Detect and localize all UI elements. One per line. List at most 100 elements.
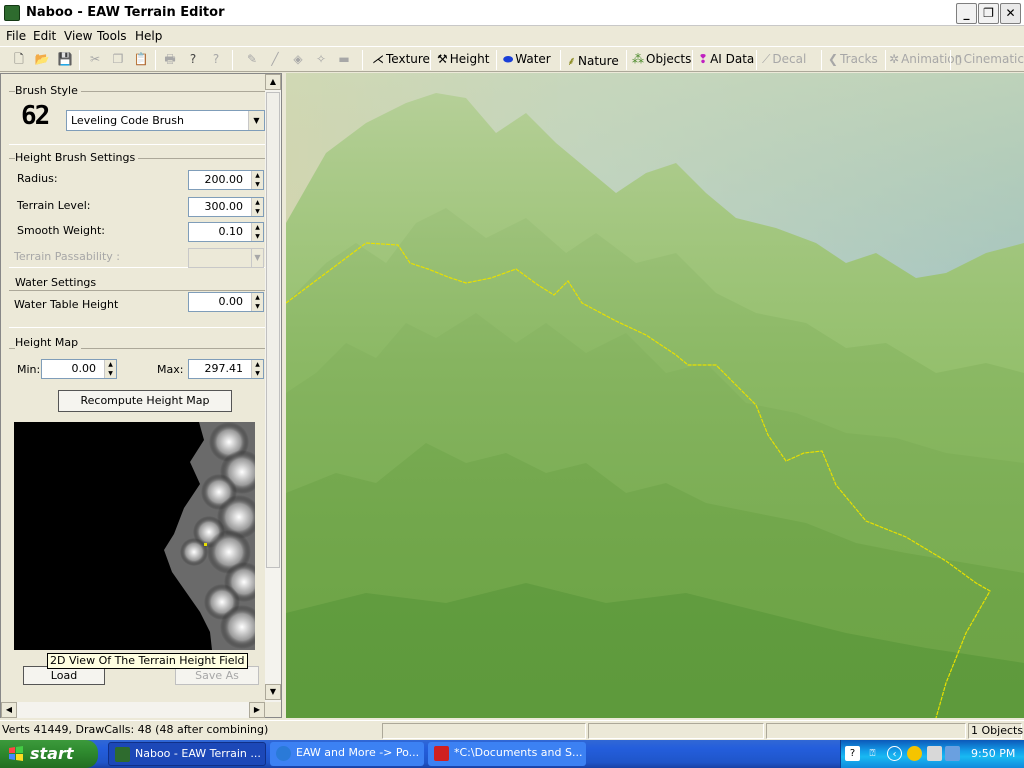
tracks-mode-button[interactable]: ❮ Tracks xyxy=(828,52,878,66)
clock: 9:50 PM xyxy=(971,747,1016,760)
ai-data-mode-button[interactable]: ❢ AI Data xyxy=(698,52,754,66)
system-tray: ? ⍰ ‹ 9:50 PM xyxy=(840,740,1024,768)
texture-label: Texture xyxy=(386,52,430,66)
close-button[interactable]: ✕ xyxy=(1000,3,1021,24)
maximize-button[interactable]: ❐ xyxy=(978,3,999,24)
water-table-height-input[interactable]: 0.00 ▲ ▼ xyxy=(188,292,264,312)
terrain-level-input[interactable]: 300.00 ▲ ▼ xyxy=(188,197,264,217)
chevron-down-icon[interactable]: ▼ xyxy=(251,249,263,267)
toolbar-separator xyxy=(79,50,80,70)
menu-file[interactable]: File xyxy=(6,29,26,43)
scroll-up-icon[interactable]: ▲ xyxy=(265,74,281,90)
task-document[interactable]: *C:\Documents and S... xyxy=(428,742,586,766)
new-file-icon[interactable]: 🗋 xyxy=(10,51,28,68)
windows-logo-icon xyxy=(9,746,23,761)
terrain-3d-viewport[interactable] xyxy=(286,73,1024,718)
chevron-down-icon[interactable]: ▼ xyxy=(248,111,264,130)
minimize-button[interactable]: _ xyxy=(956,3,977,24)
brush-style-select[interactable]: Leveling Code Brush ▼ xyxy=(66,110,265,131)
context-help-icon[interactable]: ? xyxy=(207,51,225,68)
panel-vertical-scrollbar[interactable]: ▲ ▼ xyxy=(265,74,281,702)
copy-icon[interactable]: ❐ xyxy=(109,51,127,68)
toolbar-separator xyxy=(692,50,693,70)
cinematic-mode-button[interactable]: ▯ Cinematic xyxy=(955,52,1024,66)
objects-label: Objects xyxy=(646,52,692,66)
menu-view[interactable]: View xyxy=(64,29,92,43)
task-label: Naboo - EAW Terrain ... xyxy=(135,747,261,760)
spin-arrows-icon[interactable]: ▲ ▼ xyxy=(251,171,263,189)
nature-label: Nature xyxy=(578,54,619,68)
pencil-icon[interactable]: ✎ xyxy=(243,51,261,68)
height-map-preview[interactable] xyxy=(14,422,255,650)
spin-arrows-icon[interactable]: ▲ ▼ xyxy=(251,223,263,241)
menu-tools[interactable]: Tools xyxy=(97,29,127,43)
toolbar-separator xyxy=(950,50,951,70)
terrain-level-label: Terrain Level: xyxy=(17,199,91,212)
display-icon[interactable] xyxy=(945,746,960,761)
animation-mode-button[interactable]: ✲ Animation xyxy=(889,52,962,66)
save-icon[interactable]: 💾 xyxy=(56,51,74,68)
title-bar: Naboo - EAW Terrain Editor _ ❐ ✕ xyxy=(0,0,1024,26)
start-button[interactable]: start xyxy=(0,740,98,768)
scroll-left-icon[interactable]: ◀ xyxy=(1,702,17,718)
chevron-left-icon[interactable]: ‹ xyxy=(887,746,902,761)
max-height-input[interactable]: 297.41 ▲ ▼ xyxy=(188,359,264,379)
ai-data-icon: ❢ xyxy=(698,52,709,66)
security-shield-icon[interactable] xyxy=(907,746,922,761)
smooth-weight-input[interactable]: 0.10 ▲ ▼ xyxy=(188,222,264,242)
tracks-icon: ❮ xyxy=(828,52,839,66)
task-terrain-editor[interactable]: Naboo - EAW Terrain ... xyxy=(108,742,266,766)
passability-select[interactable]: ▼ xyxy=(188,248,264,268)
status-panel-empty-3 xyxy=(766,723,966,739)
help-tray-icon[interactable]: ? xyxy=(845,746,860,761)
height-mode-button[interactable]: ⚒ Height xyxy=(437,52,489,66)
scroll-down-icon[interactable]: ▼ xyxy=(265,684,281,700)
open-folder-icon[interactable]: 📂 xyxy=(33,51,51,68)
radius-input[interactable]: 200.00 ▲ ▼ xyxy=(188,170,264,190)
water-table-height-label: Water Table Height xyxy=(14,298,119,311)
max-height-value: 297.41 xyxy=(204,362,244,375)
scroll-right-icon[interactable]: ▶ xyxy=(249,702,265,718)
menu-help[interactable]: Help xyxy=(135,29,162,43)
height-label: Height xyxy=(449,52,490,66)
select-tool-icon[interactable]: ✧ xyxy=(312,51,330,68)
height-field-image xyxy=(164,422,255,650)
terrain-level-value: 300.00 xyxy=(204,200,244,213)
toolbar-separator xyxy=(560,50,561,70)
rect-tool-icon[interactable]: ▬ xyxy=(335,51,353,68)
min-height-input[interactable]: 0.00 ▲ ▼ xyxy=(41,359,117,379)
toolbar-separator xyxy=(362,50,363,70)
spin-arrows-icon[interactable]: ▲ ▼ xyxy=(251,360,263,378)
spin-arrows-icon[interactable]: ▲ ▼ xyxy=(251,293,263,311)
print-icon[interactable]: 🖶 xyxy=(161,51,179,68)
brush-style-title: Brush Style xyxy=(15,84,81,97)
line-tool-icon[interactable]: ╱ xyxy=(266,51,284,68)
panel-horizontal-scrollbar[interactable]: ◀ ▶ xyxy=(1,702,265,718)
terrain-editor-icon xyxy=(115,747,130,762)
texture-mode-button[interactable]: ⋌ Texture xyxy=(372,52,430,66)
status-panel-empty-1 xyxy=(382,723,586,739)
nature-mode-button[interactable]: ⸙ Nature xyxy=(567,52,619,69)
radius-value: 200.00 xyxy=(204,173,244,186)
task-label: EAW and More -> Po... xyxy=(296,746,420,759)
spin-arrows-icon[interactable]: ▲ ▼ xyxy=(104,360,116,378)
menu-edit[interactable]: Edit xyxy=(33,29,56,43)
network-icon[interactable] xyxy=(927,746,942,761)
cut-icon[interactable]: ✂ xyxy=(86,51,104,68)
task-browser[interactable]: EAW and More -> Po... xyxy=(270,742,424,766)
decal-icon: ⟋ xyxy=(762,52,771,66)
spin-arrows-icon[interactable]: ▲ ▼ xyxy=(251,198,263,216)
taskbar: start Naboo - EAW Terrain ... EAW and Mo… xyxy=(0,740,1024,768)
fill-tool-icon[interactable]: ◈ xyxy=(289,51,307,68)
scroll-thumb[interactable] xyxy=(266,92,280,568)
help-icon[interactable]: ? xyxy=(184,51,202,68)
smooth-weight-value: 0.10 xyxy=(218,225,244,238)
recompute-height-map-button[interactable]: Recompute Height Map xyxy=(58,390,232,412)
paste-icon[interactable]: 📋 xyxy=(132,51,150,68)
water-mode-button[interactable]: ⬬ Water xyxy=(503,52,551,67)
toolbar-separator xyxy=(756,50,757,70)
decal-mode-button[interactable]: ⟋ Decal xyxy=(762,52,806,67)
volume-icon[interactable]: ⍰ xyxy=(865,746,880,761)
height-field-tooltip: 2D View Of The Terrain Height Field xyxy=(47,653,248,669)
objects-mode-button[interactable]: ⁂ Objects xyxy=(632,52,691,66)
